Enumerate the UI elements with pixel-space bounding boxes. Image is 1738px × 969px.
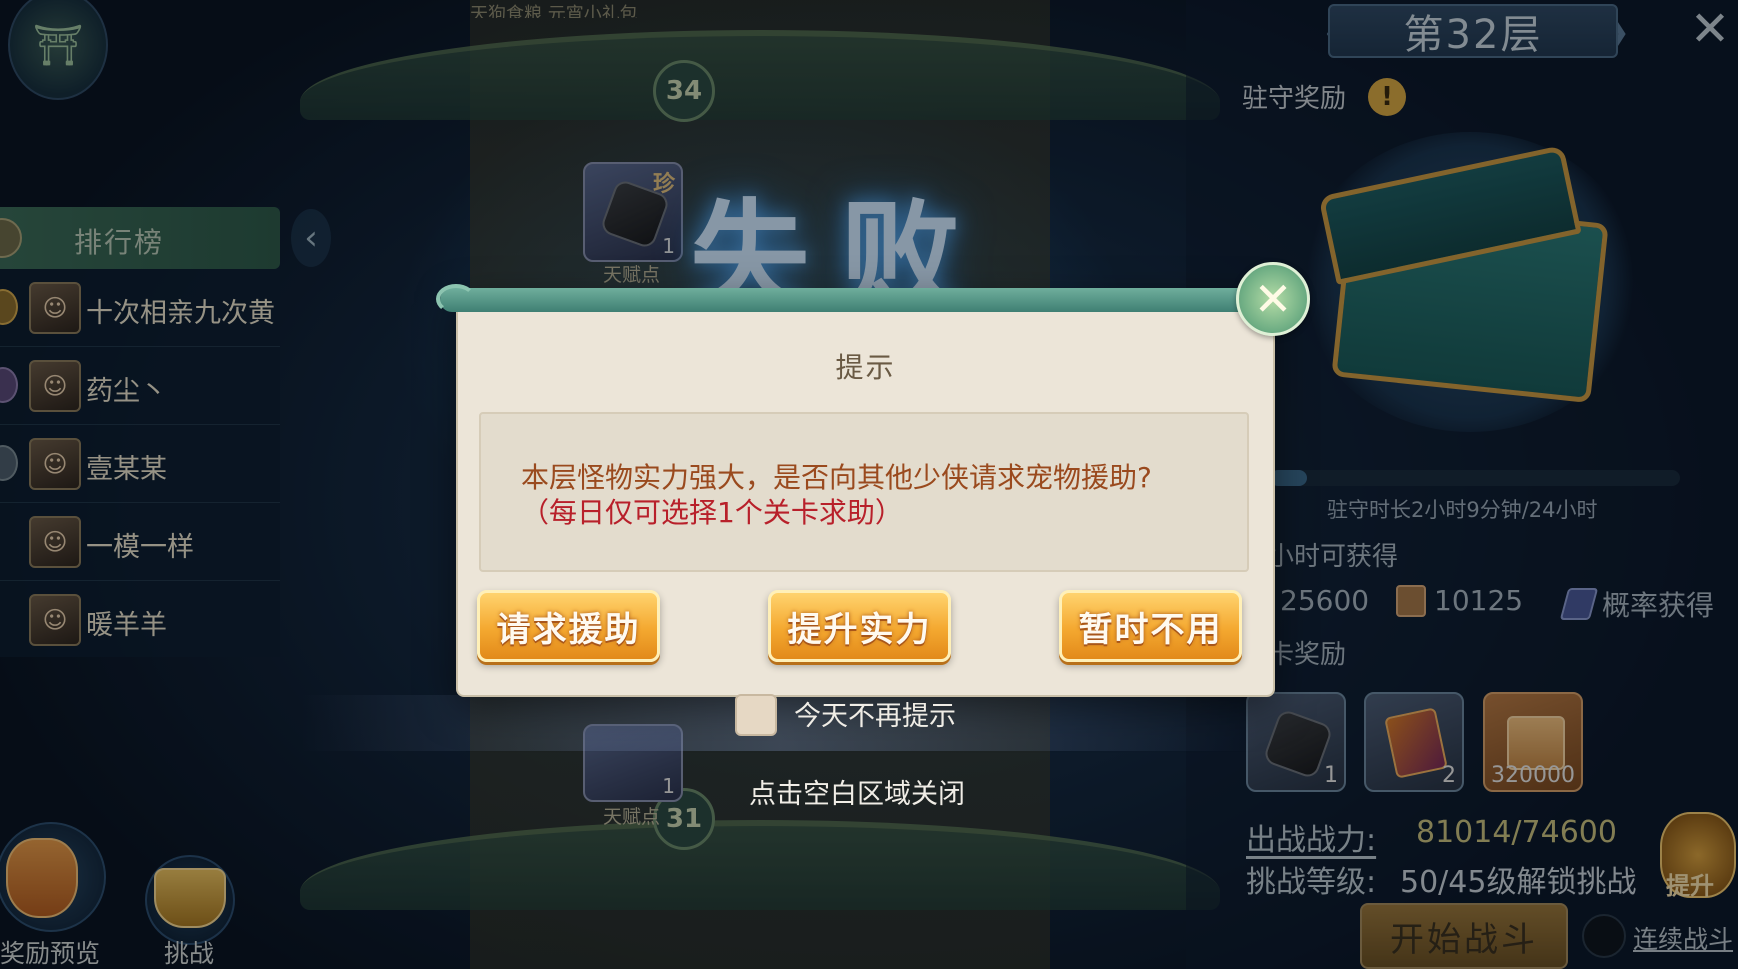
dialog-close-icon[interactable]: ✕ (1236, 262, 1310, 336)
tap-blank-to-close-hint: 点击空白区域关闭 (749, 779, 965, 810)
dialog-ornament (436, 284, 476, 314)
dialog-message: 本层怪物实力强大，是否向其他少侠请求宠物援助? (521, 461, 1152, 494)
dialog-top-bar (440, 288, 1280, 312)
dont-remind-label[interactable]: 今天不再提示 (794, 694, 956, 733)
dialog-title: 提示 (835, 351, 896, 384)
not-now-button[interactable]: 暂时不用 (1059, 590, 1242, 662)
improve-power-button[interactable]: 提升实力 (768, 590, 951, 662)
request-help-button[interactable]: 请求援助 (477, 590, 660, 662)
modal-band (300, 695, 1260, 751)
dialog-note: （每日仅可选择1个关卡求助） (521, 496, 903, 529)
dont-remind-checkbox[interactable] (735, 694, 777, 736)
